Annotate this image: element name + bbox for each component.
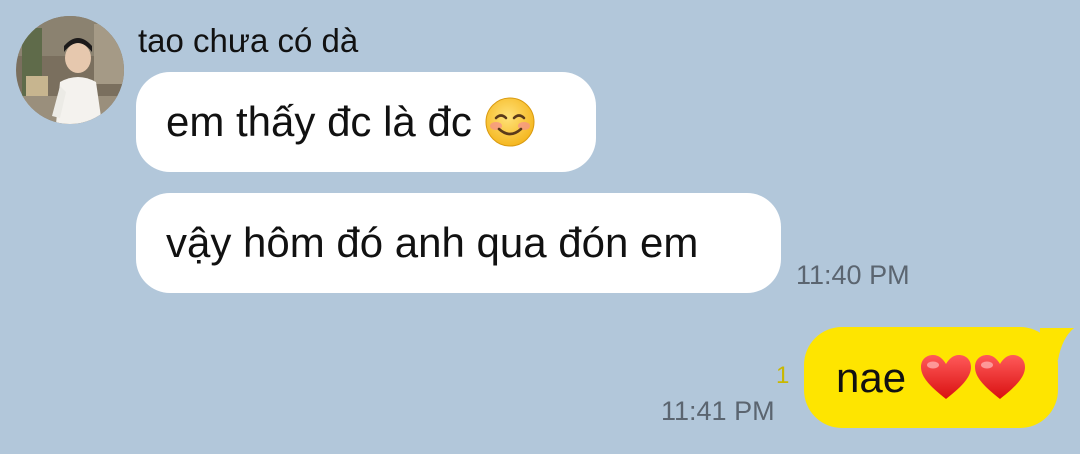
sender-avatar[interactable] — [16, 16, 124, 124]
sender-name: tao chưa có dà — [138, 22, 359, 59]
message-bubble-outgoing[interactable]: nae — [804, 327, 1058, 428]
unread-count: 1 — [776, 362, 790, 389]
red-heart-icon — [918, 352, 1030, 404]
smiling-face-with-blush-icon — [484, 96, 536, 148]
message-bubble-incoming[interactable]: vậy hôm đó anh qua đón em — [136, 193, 781, 293]
message-text: em thấy đc là đc — [166, 98, 472, 145]
message-timestamp: 11:40 PM — [796, 260, 910, 290]
message-bubble-incoming[interactable]: em thấy đc là đc — [136, 72, 596, 172]
message-text: nae — [836, 353, 907, 401]
message-text: vậy hôm đó anh qua đón em — [166, 219, 699, 266]
message-timestamp: 11:41 PM — [661, 396, 775, 426]
